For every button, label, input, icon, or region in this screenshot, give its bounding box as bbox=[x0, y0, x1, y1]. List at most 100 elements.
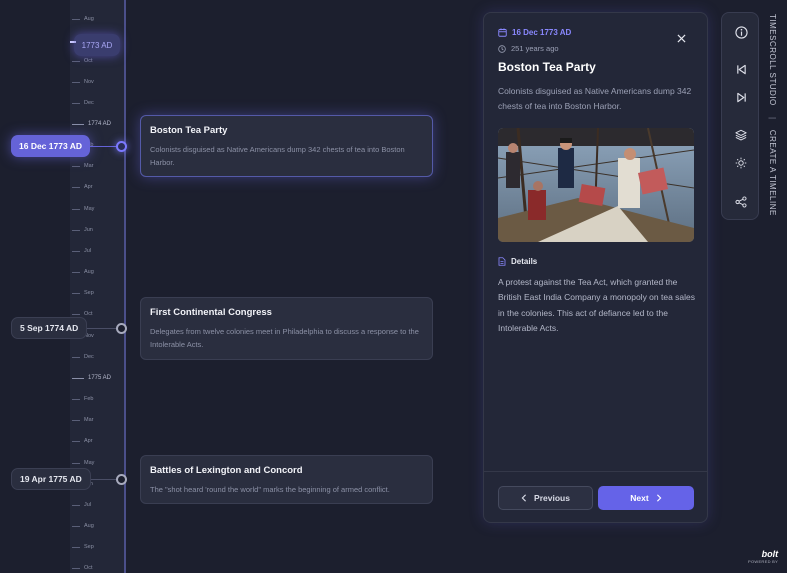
tick-mark bbox=[72, 18, 80, 20]
event-detail-panel: 16 Dec 1773 AD 251 years ago Boston Tea … bbox=[483, 12, 708, 523]
layers-icon bbox=[735, 129, 747, 141]
previous-button[interactable]: Previous bbox=[498, 486, 593, 510]
tick-mark bbox=[72, 250, 80, 252]
timeline-axis-line bbox=[124, 0, 126, 573]
tick-label: Mar bbox=[84, 163, 94, 169]
event-date: 16 Dec 1773 AD bbox=[19, 141, 83, 151]
tick-label: Apr bbox=[84, 438, 93, 444]
create-timeline-link[interactable]: CREATE A TIMELINE bbox=[768, 130, 777, 216]
info-button[interactable] bbox=[732, 23, 750, 41]
timeline-node[interactable] bbox=[116, 474, 127, 485]
close-icon bbox=[676, 33, 686, 43]
event-date-pill[interactable]: 16 Dec 1773 AD bbox=[11, 135, 91, 157]
detail-date-text: 16 Dec 1773 AD bbox=[512, 28, 572, 37]
skip-forward-icon bbox=[736, 92, 747, 103]
close-button[interactable] bbox=[674, 31, 688, 45]
detail-ago-text: 251 years ago bbox=[511, 44, 559, 53]
tick-label: 1774 AD bbox=[88, 121, 112, 127]
event-card-first-continental-congress[interactable]: First Continental Congress Delegates fro… bbox=[140, 297, 433, 360]
bolt-logo: bolt bbox=[761, 549, 779, 559]
tick-mark bbox=[72, 313, 80, 315]
jump-to-start-button[interactable] bbox=[732, 60, 750, 78]
timeline-scrubber[interactable]: 1773 AD bbox=[74, 34, 120, 56]
event-card-boston-tea-party[interactable]: Boston Tea Party Colonists disguised as … bbox=[140, 115, 433, 177]
event-connector bbox=[82, 328, 118, 329]
tick-mark bbox=[72, 419, 80, 421]
details-label: Details bbox=[511, 257, 538, 266]
tick-mark bbox=[72, 165, 80, 167]
event-description: The "shot heard 'round the world" marks … bbox=[150, 485, 390, 494]
clock-icon bbox=[498, 44, 506, 53]
event-description: Delegates from twelve colonies meet in P… bbox=[150, 327, 419, 349]
timeline-year-tick: 1774 AD bbox=[72, 119, 111, 129]
timeline-month-tick: Jul bbox=[72, 246, 91, 256]
event-date: 19 Apr 1775 AD bbox=[20, 474, 82, 484]
timeline-month-tick: Oct bbox=[72, 56, 93, 66]
jump-to-end-button[interactable] bbox=[732, 88, 750, 106]
timeline-month-tick: Dec bbox=[72, 98, 94, 108]
details-text: A protest against the Tea Act, which gra… bbox=[498, 277, 696, 333]
timeline-month-tick: Mar bbox=[72, 415, 93, 425]
tick-mark bbox=[72, 123, 84, 125]
tick-label: 1775 AD bbox=[88, 375, 112, 381]
timeline-month-tick: May bbox=[72, 204, 94, 214]
tick-label: Aug bbox=[84, 16, 94, 22]
timeline-month-tick: Aug bbox=[72, 14, 94, 24]
tick-label: Sep bbox=[84, 290, 94, 296]
tick-mark bbox=[72, 102, 80, 104]
tick-label: Nov bbox=[84, 79, 94, 85]
tick-label: Oct bbox=[84, 565, 93, 571]
layers-button[interactable] bbox=[732, 126, 750, 144]
tick-mark bbox=[72, 377, 84, 379]
tick-label: Apr bbox=[84, 184, 93, 190]
event-image bbox=[498, 128, 694, 242]
bolt-badge[interactable]: bolt POWERED BY bbox=[748, 549, 778, 564]
event-title: Battles of Lexington and Concord bbox=[150, 465, 303, 476]
panel-divider bbox=[484, 471, 707, 472]
timeline-month-tick: Mar bbox=[72, 161, 93, 171]
tick-mark bbox=[72, 567, 80, 569]
timeline-month-tick: Oct bbox=[72, 563, 93, 573]
scrubber-label: 1773 AD bbox=[81, 40, 113, 50]
tick-mark bbox=[72, 356, 80, 358]
event-title: First Continental Congress bbox=[150, 307, 272, 318]
timeline-node[interactable] bbox=[116, 323, 127, 334]
tick-label: Aug bbox=[84, 269, 94, 275]
detail-ago: 251 years ago bbox=[498, 44, 559, 53]
timeline-month-tick: May bbox=[72, 458, 94, 468]
event-date-pill[interactable]: 19 Apr 1775 AD bbox=[11, 468, 91, 490]
event-description: Colonists disguised as Native Americans … bbox=[150, 145, 405, 167]
tick-mark bbox=[72, 60, 80, 62]
timeline-year-tick: 1775 AD bbox=[72, 373, 111, 383]
tick-mark bbox=[72, 440, 80, 442]
share-button[interactable] bbox=[732, 193, 750, 211]
event-title: Boston Tea Party bbox=[150, 125, 228, 136]
event-card-lexington-concord[interactable]: Battles of Lexington and Concord The "sh… bbox=[140, 455, 433, 504]
next-label: Next bbox=[630, 493, 649, 503]
timeline-month-tick: Sep bbox=[72, 542, 94, 552]
tick-mark bbox=[72, 292, 80, 294]
tick-label: Oct bbox=[84, 311, 93, 317]
next-button[interactable]: Next bbox=[598, 486, 694, 510]
document-icon bbox=[498, 257, 506, 266]
tick-mark bbox=[72, 271, 80, 273]
timeline-node[interactable] bbox=[116, 141, 127, 152]
event-date-pill[interactable]: 5 Sep 1774 AD bbox=[11, 317, 88, 339]
tick-mark bbox=[72, 229, 80, 231]
detail-date: 16 Dec 1773 AD bbox=[498, 28, 571, 37]
details-header: Details bbox=[498, 257, 537, 266]
chevron-right-icon bbox=[656, 494, 662, 502]
timeline-month-tick: Aug bbox=[72, 521, 94, 531]
timeline-month-tick: Apr bbox=[72, 436, 93, 446]
timeline-month-tick: Jul bbox=[72, 500, 91, 510]
tick-label: Feb bbox=[84, 396, 94, 402]
timeline-month-tick: Dec bbox=[72, 352, 94, 362]
tick-mark bbox=[72, 504, 80, 506]
theme-toggle-button[interactable] bbox=[732, 154, 750, 172]
tick-mark bbox=[72, 525, 80, 527]
tick-label: Mar bbox=[84, 417, 94, 423]
tick-label: Dec bbox=[84, 100, 94, 106]
tick-mark bbox=[72, 186, 80, 188]
tick-mark bbox=[72, 546, 80, 548]
brightness-icon bbox=[735, 157, 747, 169]
